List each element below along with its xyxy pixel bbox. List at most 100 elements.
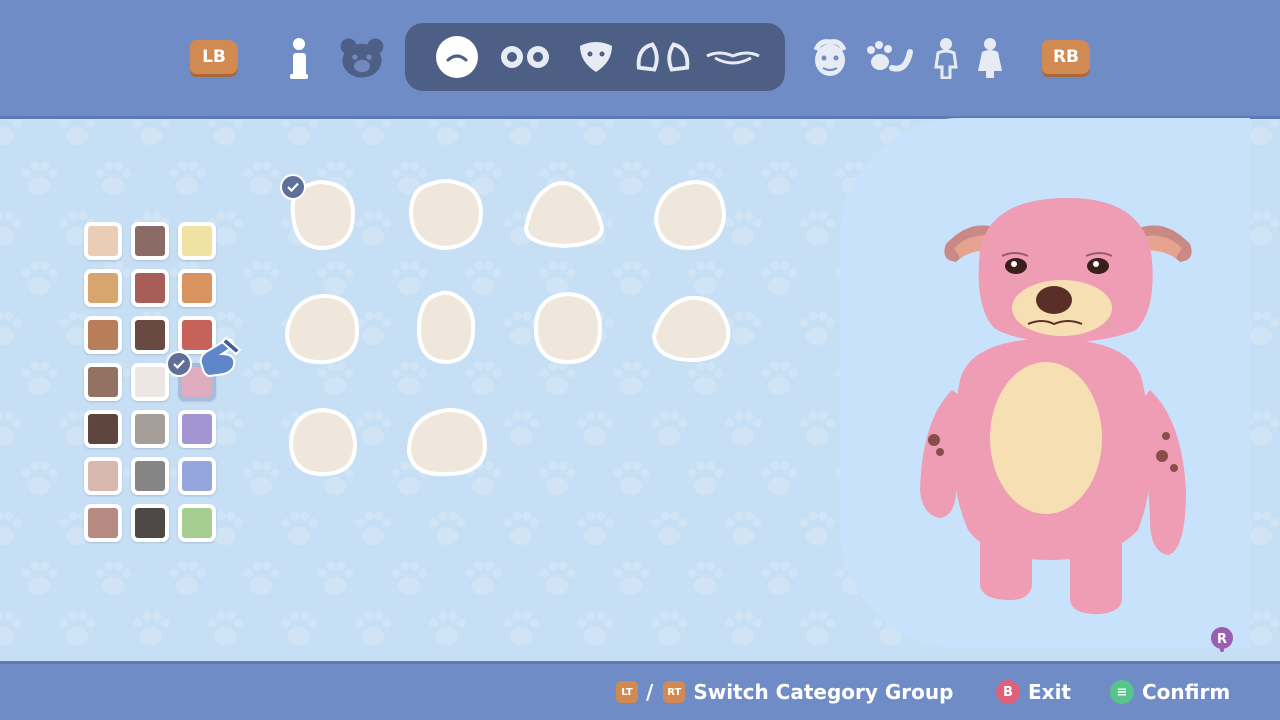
nose-icon[interactable]	[568, 33, 624, 81]
paw-print-decoration	[0, 311, 22, 345]
outfit-icon[interactable]	[966, 34, 1014, 82]
ears-icon[interactable]	[635, 33, 691, 81]
color-swatch[interactable]	[131, 269, 169, 307]
head-shape-option[interactable]	[283, 402, 367, 482]
exit-label: Exit	[1028, 680, 1071, 704]
paw-print-decoration	[613, 361, 650, 395]
paw-print-decoration	[613, 561, 650, 595]
paw-print-decoration	[799, 116, 836, 145]
paw-print-decoration	[548, 661, 568, 664]
color-swatch[interactable]	[131, 457, 169, 495]
paws-tail-icon[interactable]	[866, 34, 914, 82]
paw-print-decoration	[844, 661, 864, 664]
paw-print-decoration	[1279, 370, 1280, 376]
paw-print-decoration	[95, 161, 132, 195]
paw-print-decoration	[1279, 570, 1280, 576]
head-shape-option[interactable]	[405, 288, 489, 368]
paw-print-decoration	[1066, 661, 1086, 664]
eyes-icon[interactable]	[497, 33, 553, 81]
color-swatch[interactable]	[131, 504, 169, 542]
paw-print-decoration	[169, 161, 206, 195]
pointing-glove-icon	[199, 336, 242, 378]
paw-print-decoration	[0, 411, 22, 445]
paw-print-decoration	[725, 116, 762, 145]
head-shape-option[interactable]	[650, 288, 734, 368]
color-swatch[interactable]	[84, 316, 122, 354]
head-shape-option[interactable]	[283, 288, 367, 368]
head-shape-option[interactable]	[522, 176, 606, 256]
color-swatch[interactable]	[131, 222, 169, 260]
color-swatch[interactable]	[131, 363, 169, 401]
color-swatch[interactable]	[178, 222, 216, 260]
paw-print-decoration	[687, 561, 724, 595]
confirm-hint[interactable]: ≡ Confirm	[1110, 674, 1230, 710]
head-shape-option[interactable]	[528, 288, 612, 368]
paw-print-decoration	[1279, 170, 1280, 176]
color-swatch[interactable]	[84, 363, 122, 401]
color-swatch[interactable]	[84, 504, 122, 542]
paw-print-decoration	[30, 661, 50, 664]
paw-print-decoration	[59, 611, 96, 645]
paw-print-decoration	[0, 611, 22, 645]
paw-print-decoration	[651, 511, 688, 545]
paw-print-decoration	[281, 116, 318, 145]
head-shape-option[interactable]	[650, 176, 734, 256]
paw-print-decoration	[725, 511, 762, 545]
separator: /	[646, 680, 654, 704]
paw-print-decoration	[95, 561, 132, 595]
b-button-icon: B	[996, 680, 1020, 704]
lb-button[interactable]: LB	[190, 40, 238, 74]
paw-print-decoration	[1279, 270, 1280, 276]
color-swatch[interactable]	[178, 410, 216, 448]
mouth-icon[interactable]	[705, 33, 761, 81]
paw-print-decoration	[761, 261, 798, 295]
color-swatch[interactable]	[178, 457, 216, 495]
info-icon[interactable]	[275, 34, 323, 82]
color-swatch[interactable]	[84, 410, 122, 448]
paw-print-decoration	[799, 511, 836, 545]
color-swatch[interactable]	[178, 504, 216, 542]
paw-print-decoration	[21, 461, 58, 495]
paw-print-decoration	[317, 561, 354, 595]
character-preview[interactable]	[910, 190, 1220, 620]
paw-print-decoration	[577, 411, 614, 445]
paw-print-decoration	[0, 211, 22, 245]
paw-print-decoration	[761, 561, 798, 595]
color-swatch[interactable]	[84, 457, 122, 495]
head-shape-option[interactable]	[405, 176, 489, 256]
paw-print-decoration	[651, 411, 688, 445]
paw-print-decoration	[355, 116, 392, 145]
paw-print-decoration	[355, 511, 392, 545]
paw-print-decoration	[400, 661, 420, 664]
color-swatch[interactable]	[84, 222, 122, 260]
color-swatch[interactable]	[131, 316, 169, 354]
face-markings-icon[interactable]	[806, 34, 854, 82]
switch-category-label: Switch Category Group	[693, 680, 954, 704]
color-swatch[interactable]	[131, 410, 169, 448]
paw-print-decoration	[799, 611, 836, 645]
paw-print-decoration	[465, 561, 502, 595]
paw-print-decoration	[133, 116, 170, 145]
bear-head-icon[interactable]	[338, 34, 386, 82]
paw-print-decoration	[178, 661, 198, 664]
paw-print-decoration	[0, 116, 22, 145]
paw-print-decoration	[613, 461, 650, 495]
paw-print-decoration	[503, 411, 540, 445]
paw-print-decoration	[281, 611, 318, 645]
paw-print-decoration	[429, 511, 466, 545]
color-swatch[interactable]	[178, 269, 216, 307]
paw-print-decoration	[613, 161, 650, 195]
body-icon[interactable]	[922, 34, 970, 82]
exit-hint[interactable]: B Exit	[996, 674, 1071, 710]
rb-button[interactable]: RB	[1042, 40, 1090, 74]
paw-print-decoration	[577, 611, 614, 645]
paw-print-decoration	[207, 611, 244, 645]
head-shape-option[interactable]	[405, 402, 489, 482]
paw-print-decoration	[577, 116, 614, 145]
color-swatch[interactable]	[84, 269, 122, 307]
head-shape-icon[interactable]	[429, 33, 485, 81]
paw-print-decoration	[429, 611, 466, 645]
paw-print-decoration	[1140, 661, 1160, 664]
switch-category-hint[interactable]: LT / RT Switch Category Group	[616, 674, 953, 710]
paw-print-decoration	[799, 211, 836, 245]
